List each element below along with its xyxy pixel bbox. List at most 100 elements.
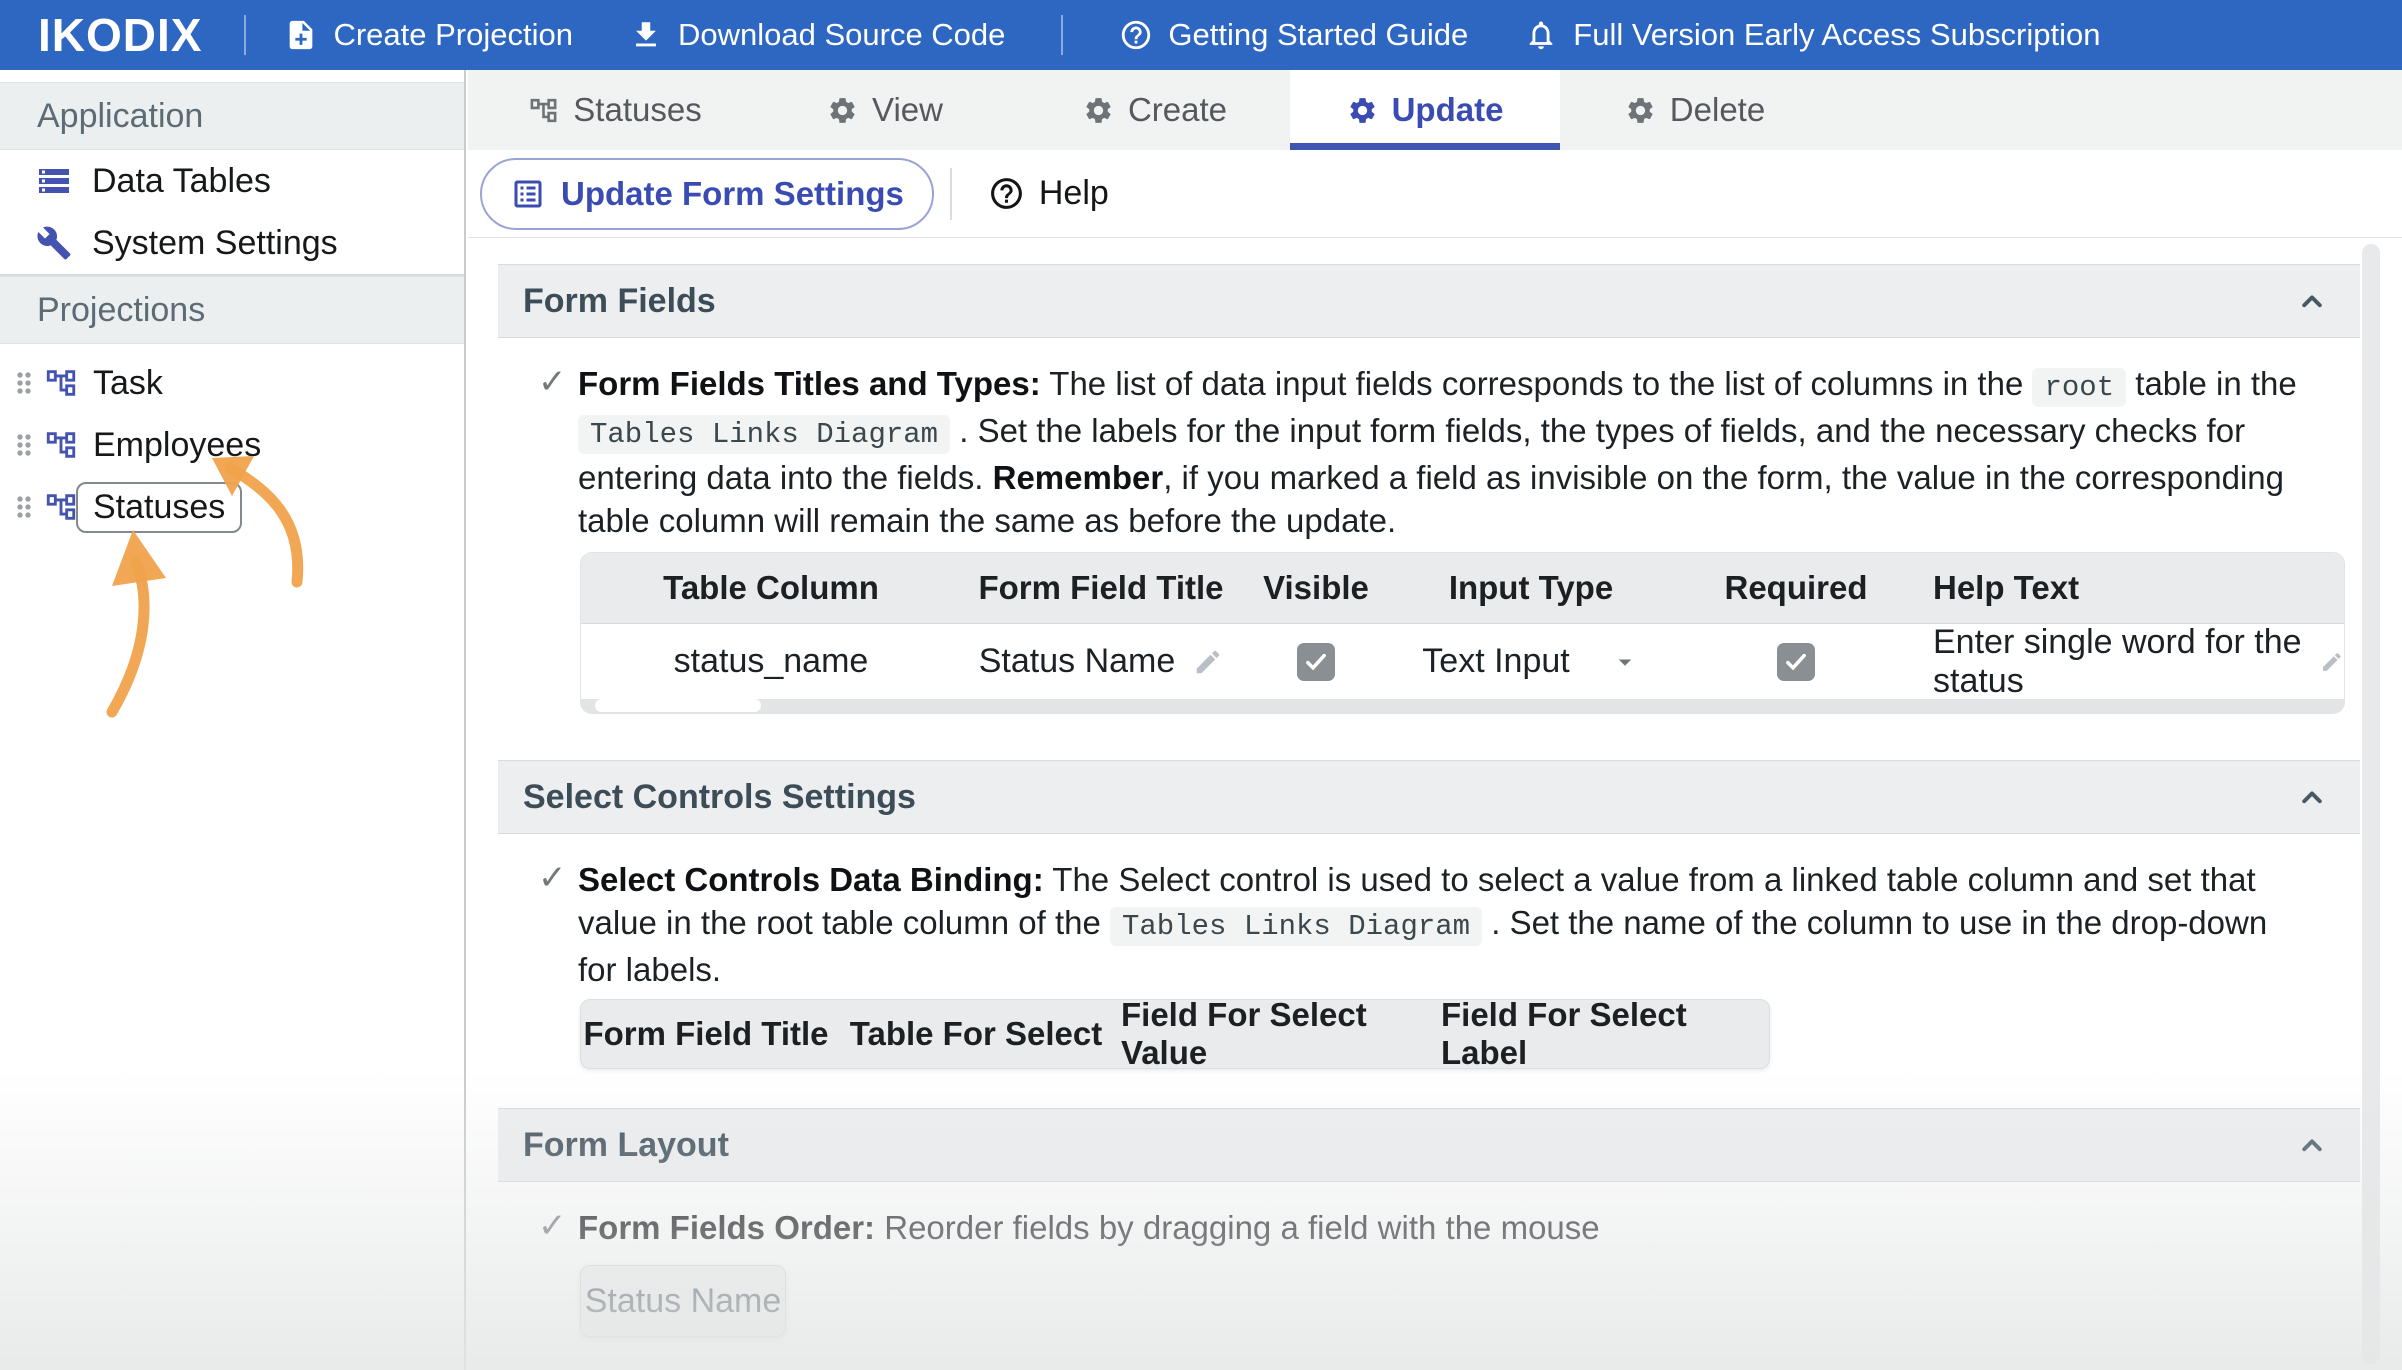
projection-item-statuses[interactable]: Statuses xyxy=(0,476,464,538)
create-projection-button[interactable]: Create Projection xyxy=(284,17,573,53)
header-form-field-title: Form Field Title xyxy=(581,1015,831,1053)
header-field-for-select-label: Field For Select Label xyxy=(1441,996,1771,1072)
note-lead: Form Fields Titles and Types: xyxy=(578,365,1041,402)
tab-create-label: Create xyxy=(1128,91,1227,129)
tab-statuses[interactable]: Statuses xyxy=(480,70,750,150)
table-header-row: Table Column Form Field Title Visible In… xyxy=(581,553,2344,623)
gear-icon xyxy=(1625,95,1656,126)
app-logo: IKODIX xyxy=(38,8,202,62)
cell-help-text: Enter single word for the status xyxy=(1921,623,2344,701)
cell-table-column: status_name xyxy=(581,642,961,681)
drag-handle-icon[interactable] xyxy=(8,491,40,523)
table-horizontal-scrollbar[interactable] xyxy=(581,699,2344,713)
sidebar: Application Data Tables System Settings … xyxy=(0,70,466,1370)
content-vertical-scrollbar[interactable] xyxy=(2362,244,2380,1364)
sidebar-item-system-settings[interactable]: System Settings xyxy=(0,212,464,274)
form-settings-icon xyxy=(510,176,546,212)
employees-label: Employees xyxy=(93,426,261,465)
drag-handle-icon[interactable] xyxy=(8,429,40,461)
system-settings-label: System Settings xyxy=(92,224,338,263)
guide-label: Getting Started Guide xyxy=(1168,17,1468,53)
toolbar: Update Form Settings Help xyxy=(468,150,2402,238)
getting-started-guide-button[interactable]: Getting Started Guide xyxy=(1119,17,1468,53)
projection-item-task[interactable]: Task xyxy=(0,352,464,414)
statuses-label: Statuses xyxy=(93,488,225,526)
topbar-divider xyxy=(1061,15,1063,55)
help-label: Help xyxy=(1039,174,1109,213)
tree-icon xyxy=(44,490,78,524)
tab-delete[interactable]: Delete xyxy=(1560,70,1830,150)
tree-icon xyxy=(528,95,559,126)
select-controls-note: ✓ Select Controls Data Binding: The Sele… xyxy=(498,834,2360,991)
main-area: Statuses View Create Update Delete Updat… xyxy=(468,70,2402,1370)
header-visible: Visible xyxy=(1241,569,1391,607)
application-title: Application xyxy=(37,97,203,136)
form-layout-title: Form Layout xyxy=(523,1126,729,1165)
header-table-column: Table Column xyxy=(581,569,961,607)
create-projection-label: Create Projection xyxy=(333,17,573,53)
wrench-icon xyxy=(36,225,72,261)
collapse-chevron-up-icon[interactable] xyxy=(2294,283,2330,319)
help-circle-icon xyxy=(1119,18,1153,52)
edit-pencil-icon[interactable] xyxy=(1193,647,1223,677)
header-required: Required xyxy=(1671,569,1921,607)
tab-update-label: Update xyxy=(1392,91,1504,129)
cell-required xyxy=(1671,643,1921,681)
sidebar-section-application: Application xyxy=(0,82,464,150)
update-form-settings-button[interactable]: Update Form Settings xyxy=(480,158,934,230)
help-text-value: Enter single word for the status xyxy=(1933,623,2302,701)
subscription-button[interactable]: Full Version Early Access Subscription xyxy=(1524,17,2100,53)
topbar-nav: Create Projection Download Source Code G… xyxy=(284,15,2100,55)
code-chip-tables-links-diagram: Tables Links Diagram xyxy=(1110,907,1482,946)
gear-icon xyxy=(827,95,858,126)
tab-view[interactable]: View xyxy=(750,70,1020,150)
header-table-for-select: Table For Select xyxy=(831,1015,1121,1053)
help-circle-icon xyxy=(988,175,1025,212)
draggable-field-chip[interactable]: Status Name xyxy=(580,1265,786,1337)
select-controls-header: Select Controls Settings xyxy=(498,760,2360,834)
table-row: status_name Status Name Text Input xyxy=(581,623,2344,699)
form-field-title-value: Status Name xyxy=(979,642,1176,681)
cell-input-type: Text Input xyxy=(1391,642,1671,681)
sidebar-item-data-tables[interactable]: Data Tables xyxy=(0,150,464,212)
file-plus-icon xyxy=(284,18,318,52)
required-checkbox[interactable] xyxy=(1777,643,1815,681)
tab-create[interactable]: Create xyxy=(1020,70,1290,150)
check-icon xyxy=(1302,648,1330,676)
top-bar: IKODIX Create Projection Download Source… xyxy=(0,0,2402,70)
visible-checkbox[interactable] xyxy=(1297,643,1335,681)
edit-pencil-icon[interactable] xyxy=(2320,647,2344,677)
help-button[interactable]: Help xyxy=(988,174,1109,213)
code-chip-root: root xyxy=(2032,368,2126,407)
header-help-text: Help Text xyxy=(1921,569,2344,607)
tab-delete-label: Delete xyxy=(1670,91,1765,129)
form-fields-section: Form Fields ✓ Form Fields Titles and Typ… xyxy=(498,264,2360,714)
select-controls-table-header: Form Field Title Table For Select Field … xyxy=(580,999,1770,1069)
gear-icon xyxy=(1083,95,1114,126)
select-controls-title: Select Controls Settings xyxy=(523,778,916,817)
drag-handle-icon[interactable] xyxy=(8,367,40,399)
form-fields-table: Table Column Form Field Title Visible In… xyxy=(580,552,2345,714)
storage-icon xyxy=(36,163,72,199)
projections-title: Projections xyxy=(37,291,205,330)
select-controls-section: Select Controls Settings ✓ Select Contro… xyxy=(498,760,2360,1069)
statuses-selected-box[interactable]: Statuses xyxy=(76,482,242,533)
projections-list: Task Employees Statuses xyxy=(0,344,464,538)
check-icon xyxy=(1782,648,1810,676)
form-layout-section: Form Layout ✓ Form Fields Order: Reorder… xyxy=(498,1108,2360,1337)
note-text: The list of data input fields correspond… xyxy=(1041,365,2033,402)
gear-icon xyxy=(1347,95,1378,126)
scrollbar-thumb[interactable] xyxy=(595,699,761,712)
caret-down-icon[interactable] xyxy=(1610,647,1640,677)
input-type-select[interactable]: Text Input xyxy=(1422,642,1569,681)
collapse-chevron-up-icon[interactable] xyxy=(2294,779,2330,815)
check-mark-icon: ✓ xyxy=(538,1205,567,1248)
tab-update[interactable]: Update xyxy=(1290,70,1560,150)
projection-item-employees[interactable]: Employees xyxy=(0,414,464,476)
download-source-code-button[interactable]: Download Source Code xyxy=(629,17,1005,53)
tab-view-label: View xyxy=(872,91,943,129)
cell-form-field-title: Status Name xyxy=(961,642,1241,681)
task-label: Task xyxy=(93,364,163,403)
settings-content: Form Fields ✓ Form Fields Titles and Typ… xyxy=(468,238,2402,1370)
collapse-chevron-up-icon[interactable] xyxy=(2294,1127,2330,1163)
